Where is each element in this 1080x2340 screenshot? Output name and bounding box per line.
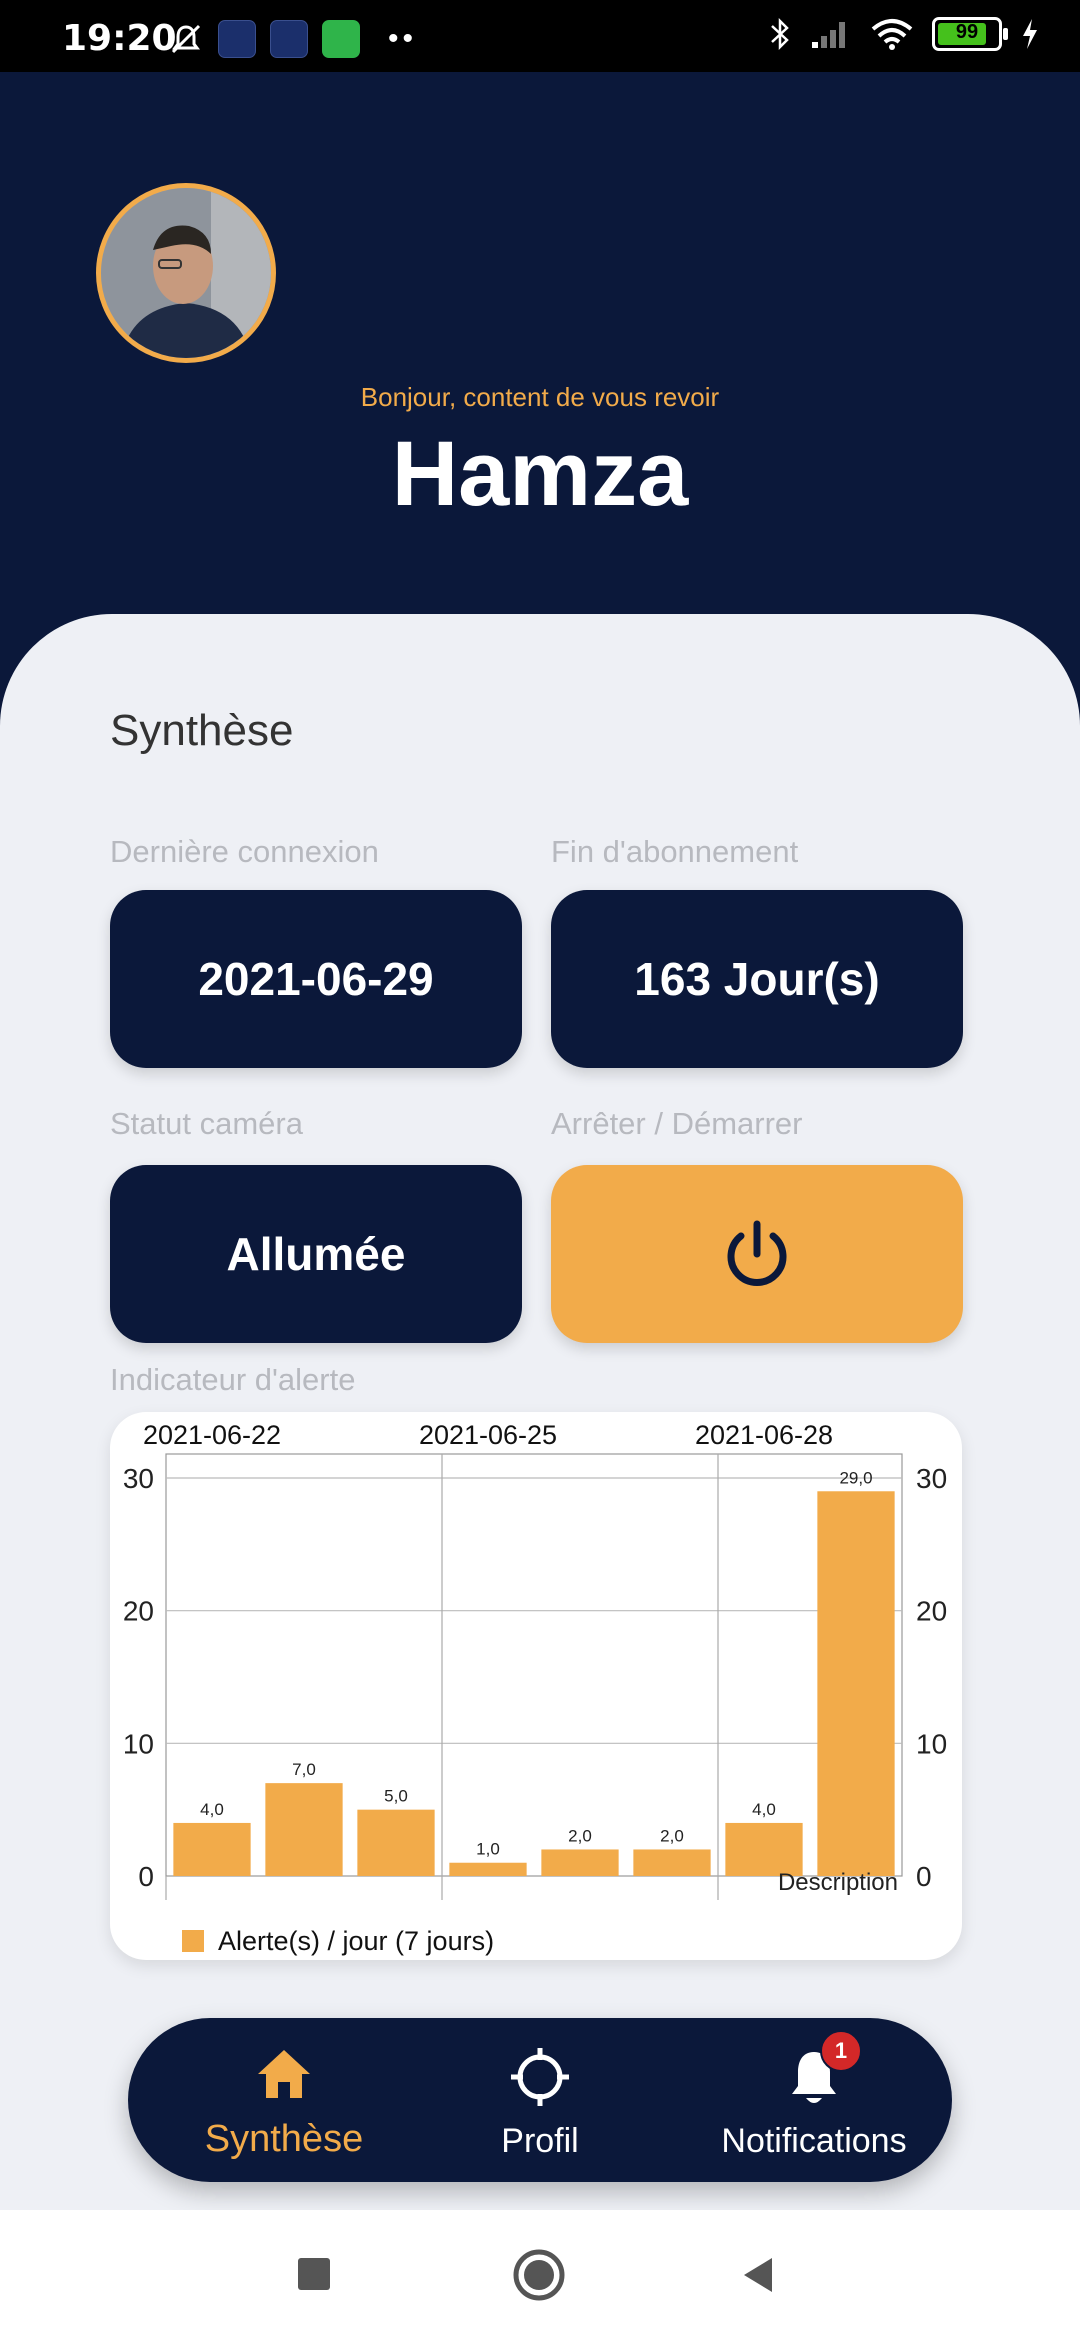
subscription-end-label: Fin d'abonnement [551,834,799,869]
y-tick-label-left: 30 [123,1463,154,1494]
power-toggle-button[interactable] [551,1165,963,1343]
user-photo [101,188,271,358]
nav-profil[interactable]: Profil [430,2018,650,2182]
bar-value-label: 1,0 [476,1840,500,1859]
bar-value-label: 4,0 [752,1800,776,1819]
more-notifications-icon: •• [388,22,418,55]
legend-swatch [182,1930,204,1952]
alert-bar-chart: 0 0 10 10 20 20 30 30 4,0 7,0 5,0 1,0 2,0 2,0 4,0 29,0 2… [123,1420,947,1956]
nav-label: Notifications [721,2122,907,2160]
y-tick-label-left: 10 [123,1728,154,1759]
wifi-icon [871,19,913,50]
power-icon [727,1220,787,1286]
status-bar: 19:20 •• 99 [0,0,1080,72]
x-axis-label-top: 2021-06-22 [143,1420,281,1450]
y-tick-label-right: 10 [916,1728,947,1759]
bar-value-label: 4,0 [200,1800,224,1819]
y-tick-label-left: 20 [123,1596,154,1627]
signal-icon [812,22,845,48]
x-axis-label-top: 2021-06-25 [419,1420,557,1450]
nav-notifications[interactable]: 1 Notifications [704,2018,924,2182]
bar [633,1849,711,1876]
recents-button[interactable] [296,2256,332,2292]
alert-chart: 0 0 10 10 20 20 30 30 4,0 7,0 5,0 1,0 2,0 2,0 4,0 29,0 2… [110,1412,962,1960]
avatar[interactable] [96,183,276,363]
bar-value-label: 2,0 [660,1826,684,1845]
bar-value-label: 2,0 [568,1826,592,1845]
nav-label: Synthèse [204,2118,364,2160]
last-login-value: 2021-06-29 [198,953,434,1005]
y-tick-label-right: 30 [916,1463,947,1494]
notification-badge: 1 [820,2030,862,2072]
legend-label: Alerte(s) / jour (7 jours) [218,1926,494,1956]
chart-description: Description [778,1869,898,1896]
bar-value-label: 5,0 [384,1787,408,1806]
last-login-label: Dernière connexion [110,834,379,869]
bar-value-label: 7,0 [292,1760,316,1779]
y-tick-label-right: 20 [916,1596,947,1627]
y-tick-label-left: 0 [138,1861,154,1892]
status-left-icons: •• [168,20,417,58]
bar [541,1849,619,1876]
subscription-end-value: 163 Jour(s) [634,953,880,1005]
section-title: Synthèse [110,706,294,755]
bluetooth-icon [771,17,789,51]
nav-label: Profil [501,2122,579,2160]
app-notification-icon [218,20,256,58]
charging-icon [1023,19,1037,49]
subscription-end-tile: 163 Jour(s) [551,890,963,1068]
home-button[interactable] [512,2248,566,2302]
app-notification-icon [322,20,360,58]
bar [357,1809,435,1876]
status-time: 19:20 [62,18,177,59]
app-notification-icon [270,20,308,58]
bar-value-label: 29,0 [839,1468,872,1487]
x-axis-label-top: 2021-06-28 [695,1420,833,1450]
last-login-tile: 2021-06-29 [110,890,522,1068]
system-navigation-bar [0,2210,1080,2340]
stop-start-label: Arrêter / Démarrer [551,1106,803,1141]
mute-icon [171,24,201,54]
bar [817,1491,895,1876]
camera-status-value: Allumée [226,1228,406,1280]
battery-icon: 99 [932,17,1008,51]
bar [173,1822,251,1876]
status-right-icons: 99 [768,16,1040,52]
bottom-navigation: Synthèse Profil 1 Notifications [128,2018,952,2182]
user-name: Hamza [391,423,689,525]
back-button[interactable] [740,2256,776,2294]
y-tick-label-right: 0 [916,1861,932,1892]
crosshair-icon [511,2048,569,2106]
nav-synthese[interactable]: Synthèse [174,2018,394,2182]
alert-indicator-label: Indicateur d'alerte [110,1362,356,1397]
greeting-text: Bonjour, content de vous revoir [360,382,720,412]
camera-status-label: Statut caméra [110,1106,303,1141]
bar [265,1783,343,1876]
home-icon [258,2050,310,2098]
camera-status-tile: Allumée [110,1165,522,1343]
bar [449,1862,527,1876]
